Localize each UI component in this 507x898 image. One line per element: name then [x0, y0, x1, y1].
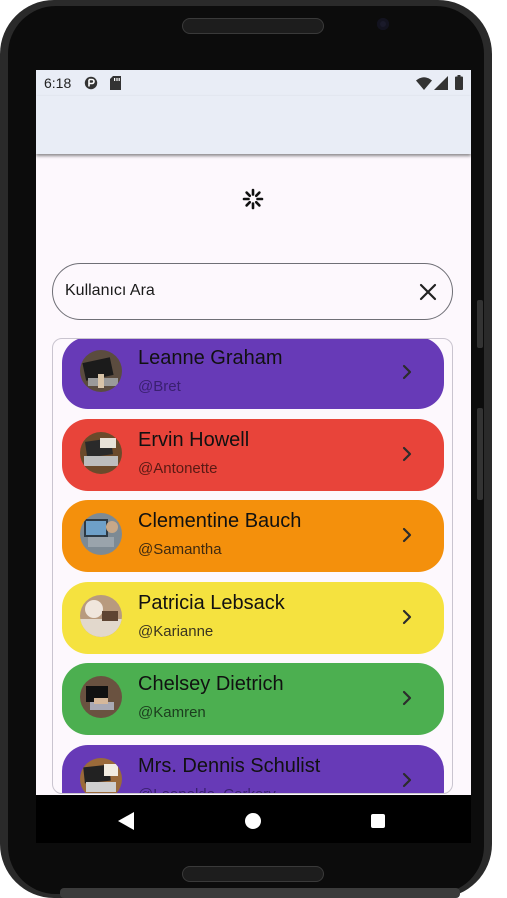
bottom-speaker	[182, 866, 324, 882]
user-name: Ervin Howell	[138, 428, 250, 451]
avatar	[80, 758, 122, 793]
user-list[interactable]: Leanne Graham @Bret Ervin Howell @Antonette…	[52, 338, 453, 794]
avatar	[80, 513, 122, 556]
sync-icon	[84, 76, 98, 90]
wifi-icon	[416, 77, 432, 90]
chevron-right-icon[interactable]	[400, 608, 414, 626]
signal-icon	[434, 76, 448, 90]
sd-card-icon	[110, 76, 121, 90]
battery-icon	[455, 75, 463, 90]
user-handle: @Karianne	[138, 622, 214, 640]
search-field[interactable]	[52, 263, 453, 320]
power-button	[477, 408, 483, 500]
phone-bottom-edge	[60, 888, 460, 898]
app-bar	[36, 96, 471, 154]
status-time: 6:18	[44, 75, 72, 91]
top-speaker	[182, 18, 324, 34]
user-name: Leanne Graham	[138, 347, 283, 369]
user-card[interactable]: Patricia Lebsack @Karianne	[62, 581, 444, 654]
user-card[interactable]: Clementine Bauch @Samantha	[62, 500, 444, 573]
status-bar: 6:18	[36, 70, 471, 96]
chevron-right-icon[interactable]	[400, 363, 414, 381]
user-name: Clementine Bauch	[138, 510, 302, 533]
user-handle: @Kamren	[138, 704, 206, 722]
close-icon[interactable]	[418, 282, 438, 302]
user-handle: @Antonette	[138, 459, 218, 477]
user-name: Patricia Lebsack	[138, 591, 285, 614]
user-card[interactable]: Ervin Howell @Antonette	[62, 418, 444, 491]
system-nav-bar	[36, 795, 471, 843]
avatar	[80, 431, 122, 474]
front-camera	[377, 18, 389, 30]
volume-button	[477, 300, 483, 348]
chevron-right-icon[interactable]	[400, 526, 414, 544]
user-handle: @Samantha	[138, 541, 222, 559]
search-input[interactable]	[65, 276, 395, 306]
avatar	[80, 594, 122, 637]
avatar	[80, 676, 122, 719]
chevron-right-icon[interactable]	[400, 445, 414, 463]
back-triangle-icon[interactable]	[118, 812, 134, 830]
spinner-icon	[242, 188, 264, 215]
user-handle: @Leopoldo_Corkery	[138, 786, 276, 793]
user-card[interactable]: Leanne Graham @Bret	[62, 339, 444, 409]
user-card[interactable]: Mrs. Dennis Schulist @Leopoldo_Corkery	[62, 745, 444, 793]
user-card[interactable]: Chelsey Dietrich @Kamren	[62, 663, 444, 736]
screen: 6:18 Kullanıcı Ara Leanne Graham @Bret E…	[36, 70, 471, 843]
user-handle: @Bret	[138, 378, 181, 395]
avatar	[80, 350, 122, 392]
home-circle-icon[interactable]	[245, 813, 261, 829]
user-name: Chelsey Dietrich	[138, 673, 284, 696]
user-name: Mrs. Dennis Schulist	[138, 755, 321, 777]
chevron-right-icon[interactable]	[400, 771, 414, 789]
chevron-right-icon[interactable]	[400, 689, 414, 707]
recents-square-icon[interactable]	[371, 814, 385, 828]
